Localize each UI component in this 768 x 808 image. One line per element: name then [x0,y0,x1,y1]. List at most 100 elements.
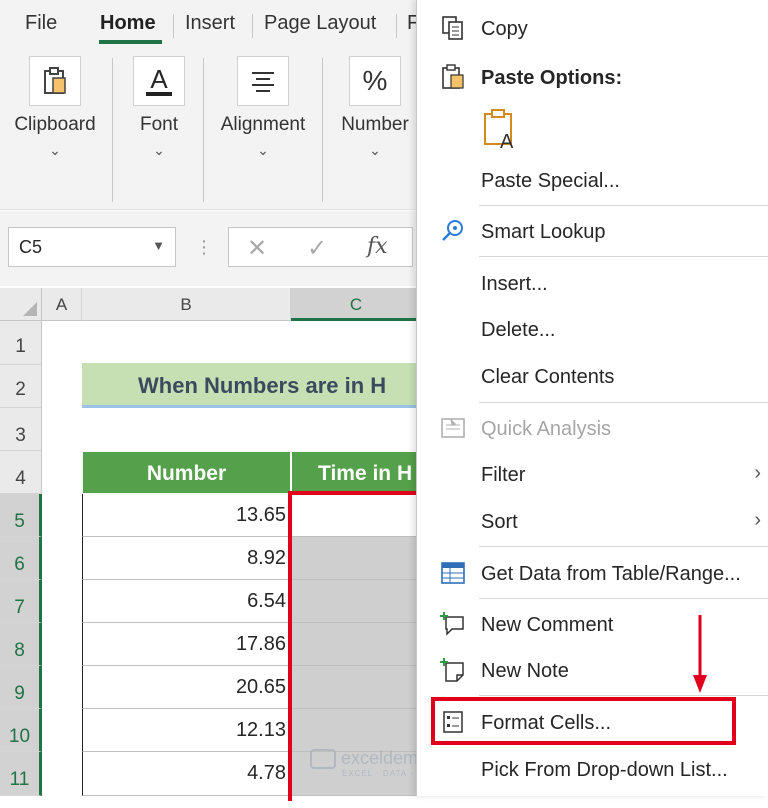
table-cell-number[interactable]: 17.86 [82,623,291,666]
chevron-down-icon: ⌄ [49,142,61,158]
row-header-6[interactable]: 6 [0,537,42,580]
menu-item-sort[interactable]: Sort › [417,499,768,543]
chevron-down-icon: ⌄ [257,142,269,158]
menu-separator [479,598,768,599]
menu-item-label: Clear Contents [481,366,615,388]
menu-item-paste-options: Paste Options: [417,55,768,99]
name-box[interactable]: C5 ▼ [8,227,176,267]
copy-icon [439,14,467,42]
exceldemy-watermark: exceldemy EXCEL · DATA · BI [310,748,427,778]
menu-separator [479,256,768,257]
menu-item-label: Paste Special... [481,170,620,192]
table-icon [439,559,467,587]
paste-values-button[interactable]: A [483,108,521,153]
tab-insert[interactable]: Insert [185,12,235,35]
table-cell-number[interactable]: 8.92 [82,537,291,580]
menu-item-label: Filter [481,464,526,486]
active-tab-indicator [99,40,162,44]
annotation-arrow-icon [693,615,707,693]
submenu-arrow-icon: › [754,509,761,531]
column-header-a[interactable]: A [42,288,82,321]
tab-home[interactable]: Home [100,12,156,35]
sheet-title-cell[interactable]: When Numbers are in H [82,363,422,408]
group-separator [112,58,113,202]
enter-icon[interactable]: ✓ [307,234,327,263]
menu-item-label: Copy [481,18,528,40]
row-header-2[interactable]: 2 [0,365,42,408]
row-header-1[interactable]: 1 [0,321,42,365]
row-header-4[interactable]: 4 [0,451,42,494]
paste-icon [439,63,467,91]
menu-separator [479,546,768,547]
header-cell-time[interactable]: Time in H [291,451,426,494]
watermark-brand: exceldemy [341,748,428,768]
chevron-down-icon: ⌄ [153,142,165,158]
watermark-logo-icon [310,749,336,770]
number-group[interactable]: % Number ⌄ [335,56,415,159]
menu-item-label: Quick Analysis [481,418,612,440]
more-handle-icon[interactable]: ⋮ [195,237,213,258]
menu-item-filter[interactable]: Filter › [417,452,768,496]
row-header-3[interactable]: 3 [0,408,42,451]
clipboard-group[interactable]: Clipboard ⌄ [10,56,100,159]
menu-separator [479,402,768,403]
table-cell-number[interactable]: 20.65 [82,666,291,709]
menu-item-quick-analysis: Quick Analysis [417,406,768,450]
menu-item-label: New Note [481,660,569,682]
menu-item-label: Pick From Drop-down List... [481,759,728,781]
font-group[interactable]: A Font ⌄ [125,56,193,159]
font-label: Font [139,114,179,135]
menu-item-delete[interactable]: Delete... [417,307,768,351]
menu-item-label: Sort [481,511,518,533]
row-header-5[interactable]: 5 [0,494,42,537]
menu-item-insert[interactable]: Insert... [417,261,768,305]
menu-item-label: Paste Options: [481,67,623,89]
menu-item-new-note[interactable]: New Note [417,648,768,692]
align-center-icon [237,56,289,106]
menu-item-get-data[interactable]: Get Data from Table/Range... [417,551,768,595]
chevron-down-icon: ⌄ [369,142,381,158]
menu-item-clear-contents[interactable]: Clear Contents [417,354,768,398]
select-all-triangle-icon [23,302,37,316]
insert-function-icon[interactable]: fx [367,234,388,259]
tab-separator [396,14,397,38]
row-header-10[interactable]: 10 [0,709,42,752]
column-header-b[interactable]: B [82,288,291,321]
format-cells-highlight-box [431,697,736,745]
paste-clipboard-a-icon: A [484,109,514,153]
menu-item-paste-special[interactable]: Paste Special... [417,158,768,202]
table-cell-number[interactable]: 12.13 [82,709,291,752]
menu-item-pick-from-list[interactable]: Pick From Drop-down List... [417,747,768,791]
header-cell-number[interactable]: Number [82,451,291,494]
row-header-11[interactable]: 11 [0,752,42,796]
menu-item-label: New Comment [481,614,614,636]
percent-icon: % [349,56,401,106]
table-cell-number[interactable]: 13.65 [82,494,291,537]
menu-item-smart-lookup[interactable]: Smart Lookup [417,209,768,253]
number-label: Number [341,114,409,135]
alignment-group[interactable]: Alignment ⌄ [215,56,311,159]
select-all-corner[interactable] [0,288,42,321]
clipboard-icon [29,56,81,106]
cancel-icon[interactable]: ✕ [247,234,267,263]
watermark-tagline: EXCEL · DATA · BI [342,769,427,779]
search-icon [439,217,467,245]
row-header-9[interactable]: 9 [0,666,42,709]
menu-item-new-comment[interactable]: New Comment [417,602,768,646]
dropdown-arrow-icon[interactable]: ▼ [152,238,165,253]
tab-file[interactable]: File [25,12,57,35]
group-separator [322,58,323,202]
row-header-7[interactable]: 7 [0,580,42,623]
column-header-c[interactable]: C [291,288,422,321]
formula-buttons: ✕ ✓ fx [228,227,413,267]
table-cell-number[interactable]: 6.54 [82,580,291,623]
menu-item-copy[interactable]: Copy [417,6,768,50]
new-comment-icon [439,610,467,638]
group-separator [203,58,204,202]
svg-text:A: A [500,131,514,150]
table-cell-number[interactable]: 4.78 [82,752,291,796]
menu-item-label: Insert... [481,273,548,295]
tab-page-layout[interactable]: Page Layout [264,12,376,35]
font-color-icon: A [133,56,185,106]
row-header-8[interactable]: 8 [0,623,42,666]
